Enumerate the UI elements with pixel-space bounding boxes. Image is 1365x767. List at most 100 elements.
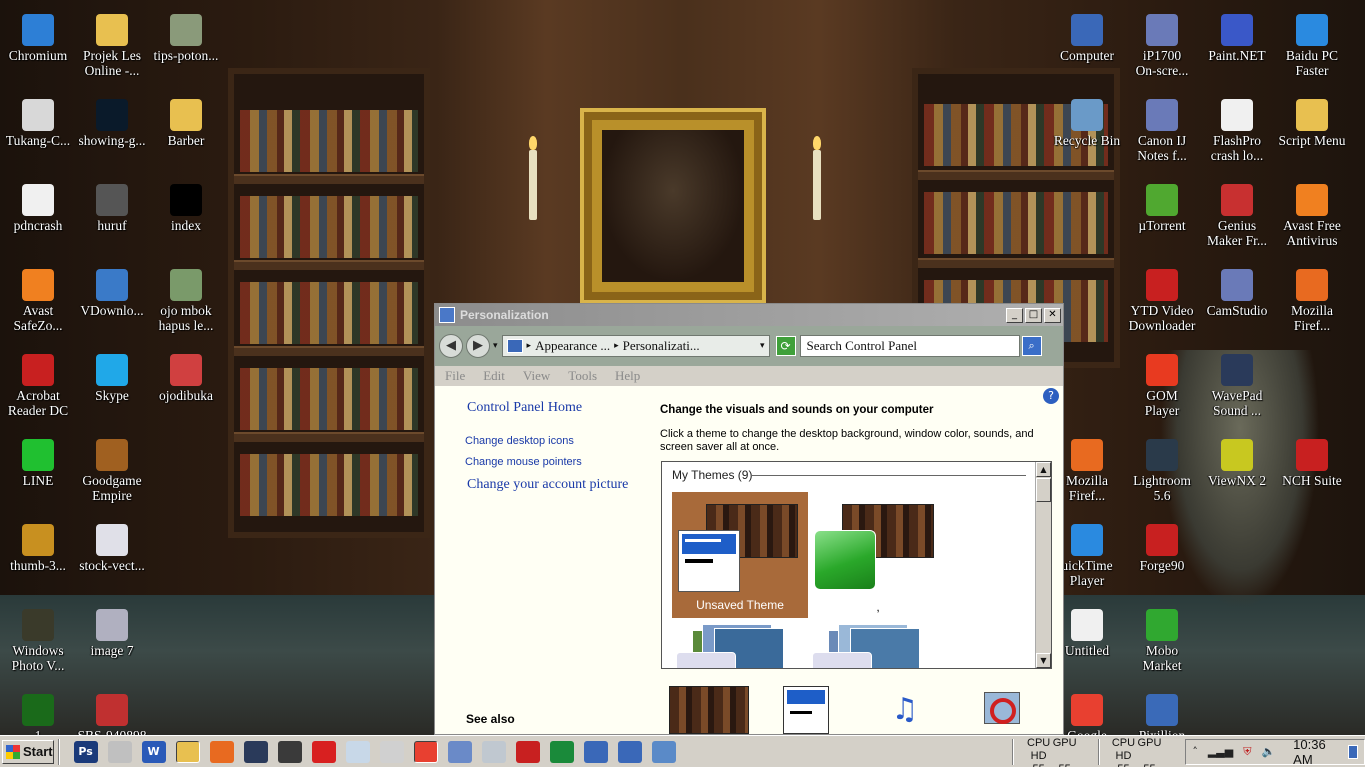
desktop-icon[interactable] <box>651 740 676 763</box>
alarm-icon[interactable] <box>311 740 336 763</box>
desktop-icon[interactable]: Mobo Market <box>1124 601 1200 681</box>
desktop-icon[interactable]: Barber <box>148 91 224 171</box>
menu-tools[interactable]: Tools <box>568 368 597 384</box>
firefox-icon[interactable] <box>209 740 234 763</box>
address-dropdown-icon[interactable]: ▾ <box>760 341 765 351</box>
close-button[interactable]: ✕ <box>1044 307 1061 323</box>
start-button[interactable]: Start <box>2 739 54 764</box>
desktop-icon[interactable]: CamStudio <box>1199 261 1275 341</box>
change-desktop-icons-link[interactable]: Change desktop icons <box>465 435 574 447</box>
desktop-icon[interactable]: huruf <box>74 176 150 256</box>
document-icon[interactable] <box>481 740 506 763</box>
theme-aero-preview[interactable] <box>676 622 784 668</box>
maximize-button[interactable]: □ <box>1025 307 1042 323</box>
search-icon[interactable]: ⌕ <box>1021 336 1042 356</box>
desktop-icon[interactable]: image 7 <box>74 601 150 681</box>
change-mouse-pointers-link[interactable]: Change mouse pointers <box>465 456 582 468</box>
window-icon[interactable] <box>379 740 404 763</box>
desktop-icon[interactable]: iP1700 On-scre... <box>1124 6 1200 86</box>
desktop-icon[interactable]: ViewNX 2 <box>1199 431 1275 511</box>
keyboard-icon[interactable] <box>447 740 472 763</box>
desktop-icon[interactable]: WavePad Sound ... <box>1199 346 1275 426</box>
desktop-icon[interactable]: µTorrent <box>1124 176 1200 256</box>
show-desktop-icon[interactable] <box>1347 744 1359 759</box>
theme-unsaved[interactable]: Unsaved Theme <box>672 492 808 618</box>
search-input[interactable]: Search Control Panel <box>799 335 1020 357</box>
screen-saver-option[interactable] <box>980 686 1024 734</box>
desktop-icon[interactable]: Computer <box>1049 6 1125 86</box>
minimize-button[interactable]: _ <box>1006 307 1023 323</box>
desktop-icon[interactable]: Skype <box>74 346 150 426</box>
desktop-icon[interactable]: pdncrash <box>0 176 76 256</box>
change-account-picture-link[interactable]: Change your account picture <box>467 477 628 493</box>
theme-list-scrollbar[interactable]: ▲ ▼ <box>1035 462 1051 668</box>
show-hidden-icons-icon[interactable]: ˄ <box>1192 745 1198 758</box>
breadcrumb-personalization[interactable]: Personalizati... <box>623 338 700 354</box>
desktop-icon[interactable]: Lightroom 5.6 <box>1124 431 1200 511</box>
desktop-icon[interactable]: Windows Photo V... <box>0 601 76 681</box>
theme-landscape-preview[interactable] <box>812 622 920 668</box>
explorer-icon[interactable] <box>175 740 200 763</box>
word-icon[interactable]: W <box>141 740 166 763</box>
photoshop-icon[interactable]: Ps <box>73 740 98 763</box>
window-color-option[interactable] <box>783 686 829 734</box>
paint-icon[interactable] <box>107 740 132 763</box>
desktop-icon[interactable]: stock-vect... <box>74 516 150 596</box>
desktop-icon[interactable]: Acrobat Reader DC <box>0 346 76 426</box>
desktop-icon[interactable]: Forge90 <box>1124 516 1200 596</box>
breadcrumb-appearance[interactable]: Appearance ... <box>535 338 610 354</box>
control-panel-icon[interactable] <box>617 740 642 763</box>
desktop-icon[interactable]: FlashPro crash lo... <box>1199 91 1275 171</box>
system-meter-1[interactable]: CPUGPUHD 555534 <box>1018 737 1097 767</box>
desktop-icon[interactable]: NCH Suite <box>1274 431 1350 511</box>
acrobat-icon[interactable] <box>515 740 540 763</box>
movie-maker-icon[interactable] <box>277 740 302 763</box>
menu-edit[interactable]: Edit <box>483 368 505 384</box>
desktop-icon[interactable]: Paint.NET <box>1199 6 1275 86</box>
desktop-icon[interactable]: thumb-3... <box>0 516 76 596</box>
personalization-icon[interactable] <box>583 740 608 763</box>
desktop-icon[interactable]: Tukang-C... <box>0 91 76 171</box>
desktop-icon[interactable]: ojo mbok hapus le... <box>148 261 224 341</box>
window-titlebar[interactable]: Personalization _ □ ✕ <box>435 304 1063 326</box>
history-dropdown-icon[interactable]: ▾ <box>493 341 498 351</box>
desktop-icon[interactable]: ojodibuka <box>148 346 224 426</box>
refresh-icon[interactable]: ⟳ <box>775 336 796 356</box>
scroll-up-icon[interactable]: ▲ <box>1036 462 1051 477</box>
desktop-icon[interactable]: YTD Video Downloader <box>1124 261 1200 341</box>
desktop-icon[interactable]: Projek Les Online -... <box>74 6 150 86</box>
desktop-icon[interactable]: Chromium <box>0 6 76 86</box>
desktop-icon[interactable]: index <box>148 176 224 256</box>
desktop-icon[interactable]: Avast Free Antivirus <box>1274 176 1350 256</box>
scroll-down-icon[interactable]: ▼ <box>1036 653 1051 668</box>
signal-icon[interactable]: ▂▃▅ <box>1208 745 1233 758</box>
desktop-icon[interactable]: Canon IJ Notes f... <box>1124 91 1200 171</box>
menu-view[interactable]: View <box>523 368 550 384</box>
help-icon[interactable]: ? <box>1043 388 1059 404</box>
notepad-icon[interactable] <box>345 740 370 763</box>
desktop-icon[interactable]: Mozilla Firef... <box>1274 261 1350 341</box>
security-icon[interactable]: ⛨ <box>1243 745 1251 759</box>
desktop-icon[interactable]: Goodgame Empire <box>74 431 150 511</box>
system-meter-2[interactable]: CPUGPUHD 555534 <box>1102 737 1181 767</box>
volume-icon[interactable]: 🔈 <box>1261 745 1275 758</box>
desktop-icon[interactable]: Baidu PC Faster <box>1274 6 1350 86</box>
clock[interactable]: 10:36 AM <box>1293 737 1338 767</box>
desktop-icon[interactable]: Genius Maker Fr... <box>1199 176 1275 256</box>
control-panel-home-link[interactable]: Control Panel Home <box>467 400 582 416</box>
desktop-icon[interactable]: LINE <box>0 431 76 511</box>
menu-file[interactable]: File <box>445 368 465 384</box>
excel-icon[interactable] <box>549 740 574 763</box>
sounds-option[interactable]: ♫ <box>881 686 929 734</box>
forward-icon[interactable]: ▶ <box>466 334 490 358</box>
desktop-icon[interactable]: showing-g... <box>74 91 150 171</box>
back-icon[interactable]: ◀ <box>439 334 463 358</box>
desktop-icon[interactable]: Recycle Bin <box>1049 91 1125 171</box>
scroll-thumb[interactable] <box>1036 478 1051 502</box>
desktop-background-option[interactable] <box>669 686 749 734</box>
chrome-icon[interactable] <box>413 740 438 763</box>
desktop-icon[interactable]: tips-poton... <box>148 6 224 86</box>
theme-custom[interactable]: , <box>812 492 948 618</box>
menu-help[interactable]: Help <box>615 368 640 384</box>
wavepad-icon[interactable] <box>243 740 268 763</box>
